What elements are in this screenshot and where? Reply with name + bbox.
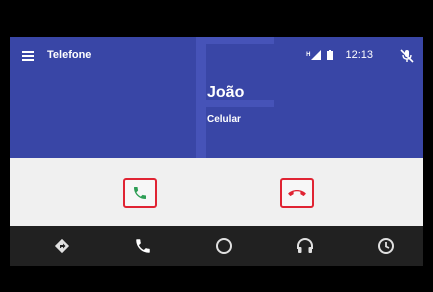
status-area: H 12:13 — [306, 49, 373, 61]
battery-icon — [327, 50, 334, 60]
recent-icon[interactable] — [377, 237, 395, 255]
phone-decline-icon — [288, 190, 306, 196]
incoming-call-panel: Telefone H 12:13 João Celular — [10, 37, 423, 158]
android-auto-screen: Telefone H 12:13 João Celular — [10, 37, 423, 266]
signal-icon — [311, 50, 322, 60]
call-actions — [10, 158, 423, 226]
mic-off-icon[interactable] — [399, 48, 415, 64]
menu-icon[interactable] — [22, 51, 34, 61]
bottom-nav-bar — [10, 226, 423, 266]
headphones-icon[interactable] — [296, 237, 314, 255]
navigation-icon[interactable] — [53, 237, 71, 255]
signal-indicator: H — [306, 50, 322, 60]
phone-answer-icon — [134, 187, 146, 199]
caller-phone-type: Celular — [207, 114, 241, 125]
caller-name: João — [207, 84, 245, 101]
phone-icon[interactable] — [134, 237, 152, 255]
home-icon[interactable] — [215, 237, 233, 255]
top-bar: Telefone H 12:13 — [10, 37, 423, 75]
answer-call-button[interactable] — [123, 178, 157, 208]
app-title: Telefone — [47, 49, 92, 61]
clock: 12:13 — [345, 49, 373, 61]
decline-call-button[interactable] — [280, 178, 314, 208]
